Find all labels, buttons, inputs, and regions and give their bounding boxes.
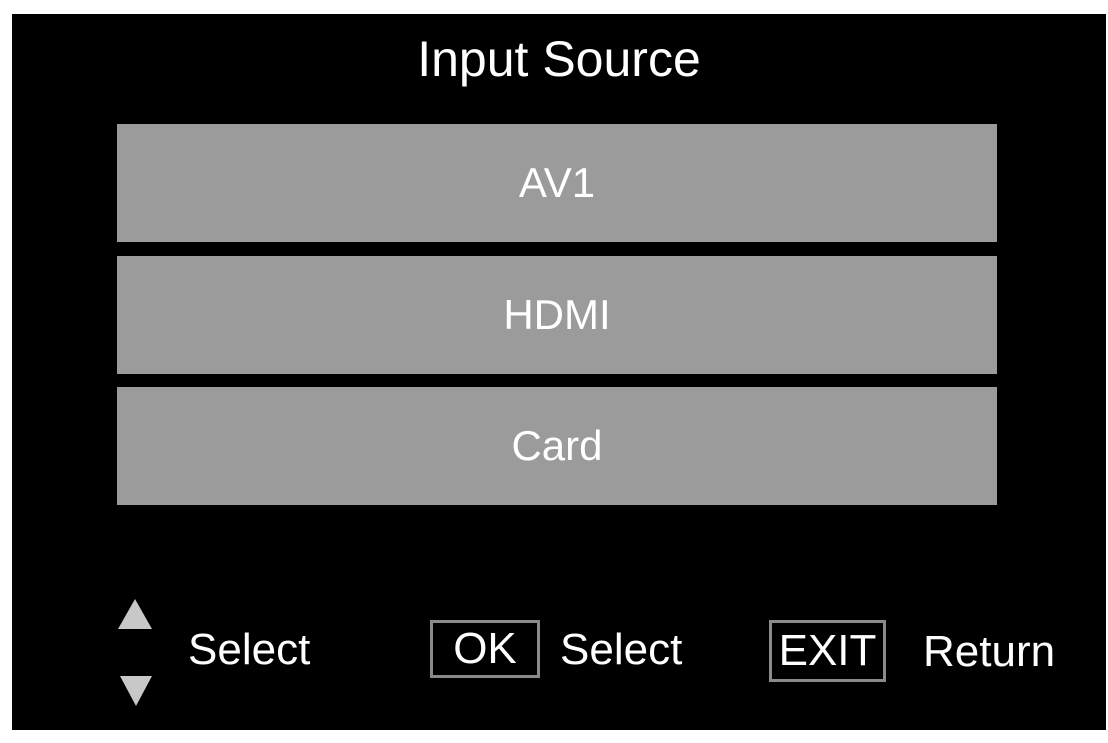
triangle-up-icon	[118, 599, 152, 629]
menu-title: Input Source	[417, 31, 701, 87]
osd-screen: Input Source AV1 HDMI Card Select OK Sel…	[12, 14, 1106, 730]
source-item-hdmi[interactable]: HDMI	[117, 256, 997, 374]
nav-hint-label: Select	[188, 625, 311, 674]
exit-key-indicator: EXIT	[769, 620, 886, 682]
exit-hint-label: Return	[923, 627, 1056, 676]
source-item-av1[interactable]: AV1	[117, 124, 997, 242]
triangle-down-icon	[120, 676, 152, 706]
exit-key-label: EXIT	[778, 626, 877, 675]
ok-key-indicator: OK	[430, 620, 540, 678]
source-item-label: Card	[511, 422, 603, 469]
source-item-label: HDMI	[503, 291, 611, 338]
ok-key-label: OK	[453, 624, 517, 673]
source-item-card[interactable]: Card	[117, 387, 997, 505]
ok-hint-label: Select	[560, 625, 683, 674]
source-item-label: AV1	[518, 159, 596, 206]
